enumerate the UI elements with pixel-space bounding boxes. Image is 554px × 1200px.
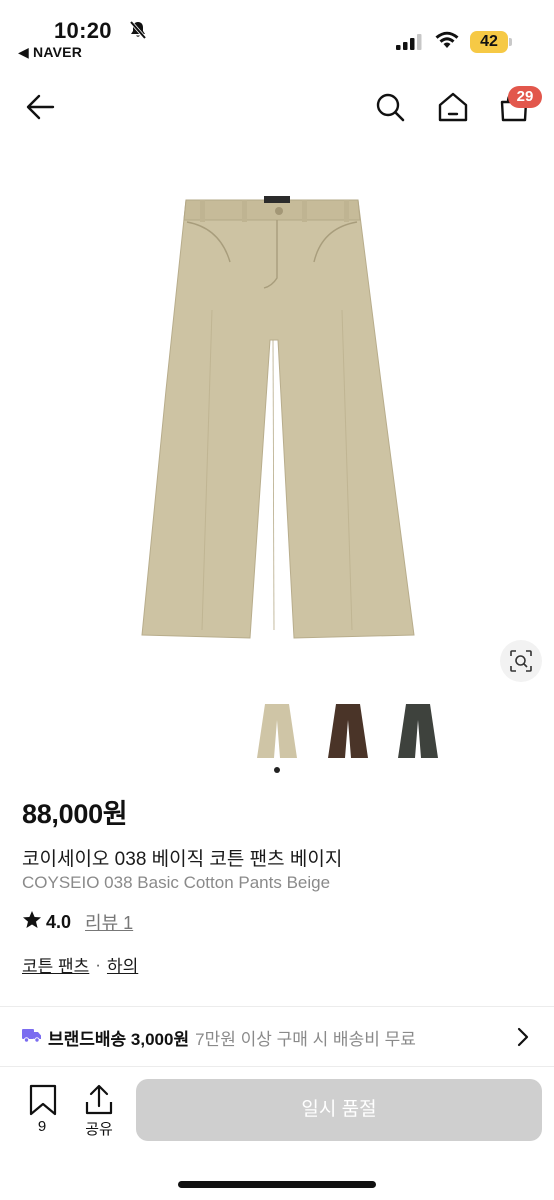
star-icon [22, 910, 42, 935]
carousel-indicator-dot [274, 767, 280, 773]
wishlist-button[interactable]: 9 [26, 1084, 60, 1140]
thumbnail-brown[interactable] [326, 700, 370, 762]
product-title-korean: 코이세이오 038 베이직 코튼 팬츠 베이지 [22, 849, 343, 870]
category-breadcrumb: 코튼 팬츠 · 하의 [22, 952, 138, 977]
image-search-icon[interactable] [500, 640, 542, 682]
battery-indicator: 42 [470, 31, 508, 53]
home-icon[interactable] [436, 90, 470, 124]
wifi-icon [434, 30, 460, 55]
search-icon[interactable] [373, 90, 407, 124]
category-link-bottoms[interactable]: 하의 [107, 952, 138, 977]
category-separator: · [95, 954, 101, 974]
share-button[interactable]: 공유 [80, 1084, 118, 1140]
back-to-app-link[interactable]: ◀ NAVER [18, 44, 82, 61]
chevron-right-icon [516, 1027, 530, 1052]
status-time: 10:20 [54, 18, 112, 43]
sold-out-button[interactable]: 일시 품절 [136, 1079, 542, 1141]
back-arrow-icon[interactable] [24, 90, 58, 124]
status-bar: 10:20 ◀ NAVER 42 [0, 0, 554, 68]
shipping-fee-label: 브랜드배송 3,000원 [48, 1029, 190, 1049]
battery-tip [509, 38, 512, 46]
divider [0, 1006, 554, 1007]
product-title-english: COYSEIO 038 Basic Cotton Pants Beige [22, 873, 331, 892]
rating-row: 4.0 리뷰 1 [22, 910, 133, 934]
home-indicator [178, 1181, 376, 1188]
product-image[interactable] [132, 190, 422, 650]
free-shipping-note: 7만원 이상 구매 시 배송비 무료 [195, 1029, 416, 1049]
thumbnail-pants-shape [398, 704, 438, 758]
shipping-info-row[interactable]: 브랜드배송 3,000원 7만원 이상 구매 시 배송비 무료 [22, 1018, 536, 1056]
divider [0, 1066, 554, 1067]
wishlist-count: 9 [37, 1118, 47, 1135]
thumbnail-charcoal[interactable] [396, 700, 440, 762]
cart-count-badge: 29 [508, 86, 542, 108]
review-link[interactable]: 리뷰 1 [85, 909, 133, 935]
product-price: 88,000원 [22, 799, 128, 829]
share-icon [84, 1084, 114, 1121]
bell-slash-icon [128, 20, 148, 45]
thumbnail-beige[interactable] [255, 700, 299, 762]
category-link-cotton-pants[interactable]: 코튼 팬츠 [22, 952, 89, 977]
share-label: 공유 [85, 1121, 113, 1138]
thumbnail-pants-shape [257, 704, 297, 758]
rating-value: 4.0 [46, 911, 72, 932]
thumbnail-pants-shape [328, 704, 368, 758]
truck-icon [22, 1027, 42, 1048]
cellular-signal-icon [396, 34, 422, 55]
